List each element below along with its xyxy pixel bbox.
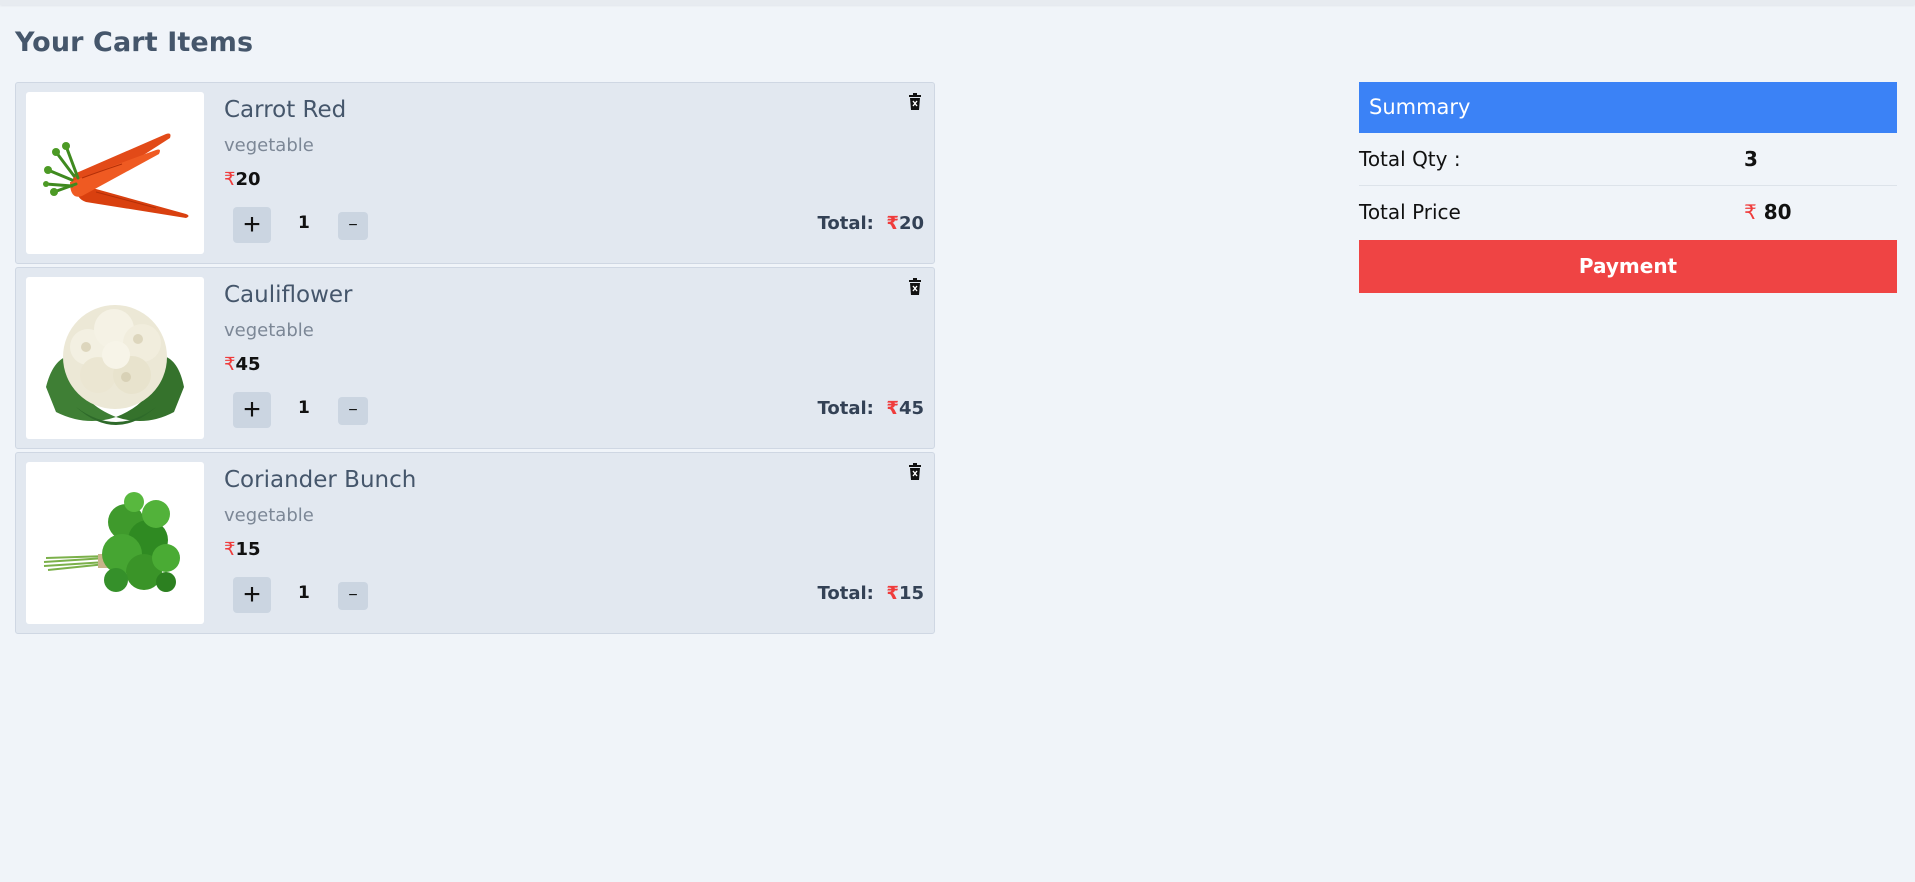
cart-list: Carrot Red vegetable ₹20 + 1 − Total: ₹2… [15, 82, 937, 637]
item-name: Coriander Bunch [224, 467, 417, 493]
total-price-amount: 80 [1763, 200, 1792, 224]
rupee-icon: ₹ [886, 583, 899, 604]
item-total-label: Total: [817, 213, 874, 234]
item-total-value: 45 [898, 398, 924, 419]
item-price-value: 15 [235, 539, 261, 560]
summary-row-total-price: Total Price ₹ 80 [1359, 186, 1897, 240]
item-price: ₹45 [224, 354, 261, 375]
total-qty-label: Total Qty : [1359, 147, 1461, 171]
payment-button[interactable]: Payment [1359, 240, 1897, 293]
item-category: vegetable [224, 320, 314, 341]
carrot-image [26, 92, 204, 254]
decrease-quantity-button[interactable]: − [338, 582, 368, 610]
delete-icon[interactable] [908, 278, 922, 296]
item-name: Cauliflower [224, 282, 353, 308]
item-price: ₹15 [224, 539, 261, 560]
total-qty-value: 3 [1744, 147, 1758, 171]
coriander-image [26, 462, 204, 624]
delete-icon[interactable] [908, 463, 922, 481]
total-price-value: ₹ 80 [1744, 200, 1792, 224]
summary-row-total-qty: Total Qty : 3 [1359, 133, 1897, 186]
summary-header: Summary [1359, 82, 1897, 133]
item-total: Total: ₹15 [817, 583, 924, 604]
total-price-label: Total Price [1359, 200, 1461, 224]
quantity-value: 1 [298, 583, 310, 603]
cart-item: Coriander Bunch vegetable ₹15 + 1 − Tota… [15, 452, 935, 634]
cart-item: Cauliflower vegetable ₹45 + 1 − Total: ₹… [15, 267, 935, 449]
item-total-label: Total: [817, 583, 874, 604]
rupee-icon: ₹ [224, 354, 236, 375]
item-price-value: 20 [235, 169, 261, 190]
item-category: vegetable [224, 505, 314, 526]
top-nav-bar [0, 0, 1915, 5]
item-total: Total: ₹45 [817, 398, 924, 419]
item-price-value: 45 [235, 354, 261, 375]
order-summary: Summary Total Qty : 3 Total Price ₹ 80 P… [1359, 82, 1897, 293]
rupee-icon: ₹ [224, 169, 236, 190]
increase-quantity-button[interactable]: + [233, 207, 271, 243]
item-total-label: Total: [817, 398, 874, 419]
page-title: Your Cart Items [15, 27, 254, 58]
cauliflower-image [26, 277, 204, 439]
item-name: Carrot Red [224, 97, 347, 123]
item-total-value: 20 [898, 213, 924, 234]
increase-quantity-button[interactable]: + [233, 392, 271, 428]
cart-item: Carrot Red vegetable ₹20 + 1 − Total: ₹2… [15, 82, 935, 264]
item-total-value: 15 [898, 583, 924, 604]
quantity-value: 1 [298, 213, 310, 233]
rupee-icon: ₹ [886, 213, 899, 234]
quantity-value: 1 [298, 398, 310, 418]
item-category: vegetable [224, 135, 314, 156]
decrease-quantity-button[interactable]: − [338, 212, 368, 240]
rupee-icon: ₹ [224, 539, 236, 560]
rupee-icon: ₹ [1744, 200, 1757, 224]
item-price: ₹20 [224, 169, 261, 190]
increase-quantity-button[interactable]: + [233, 577, 271, 613]
rupee-icon: ₹ [886, 398, 899, 419]
delete-icon[interactable] [908, 93, 922, 111]
item-total: Total: ₹20 [817, 213, 924, 234]
decrease-quantity-button[interactable]: − [338, 397, 368, 425]
